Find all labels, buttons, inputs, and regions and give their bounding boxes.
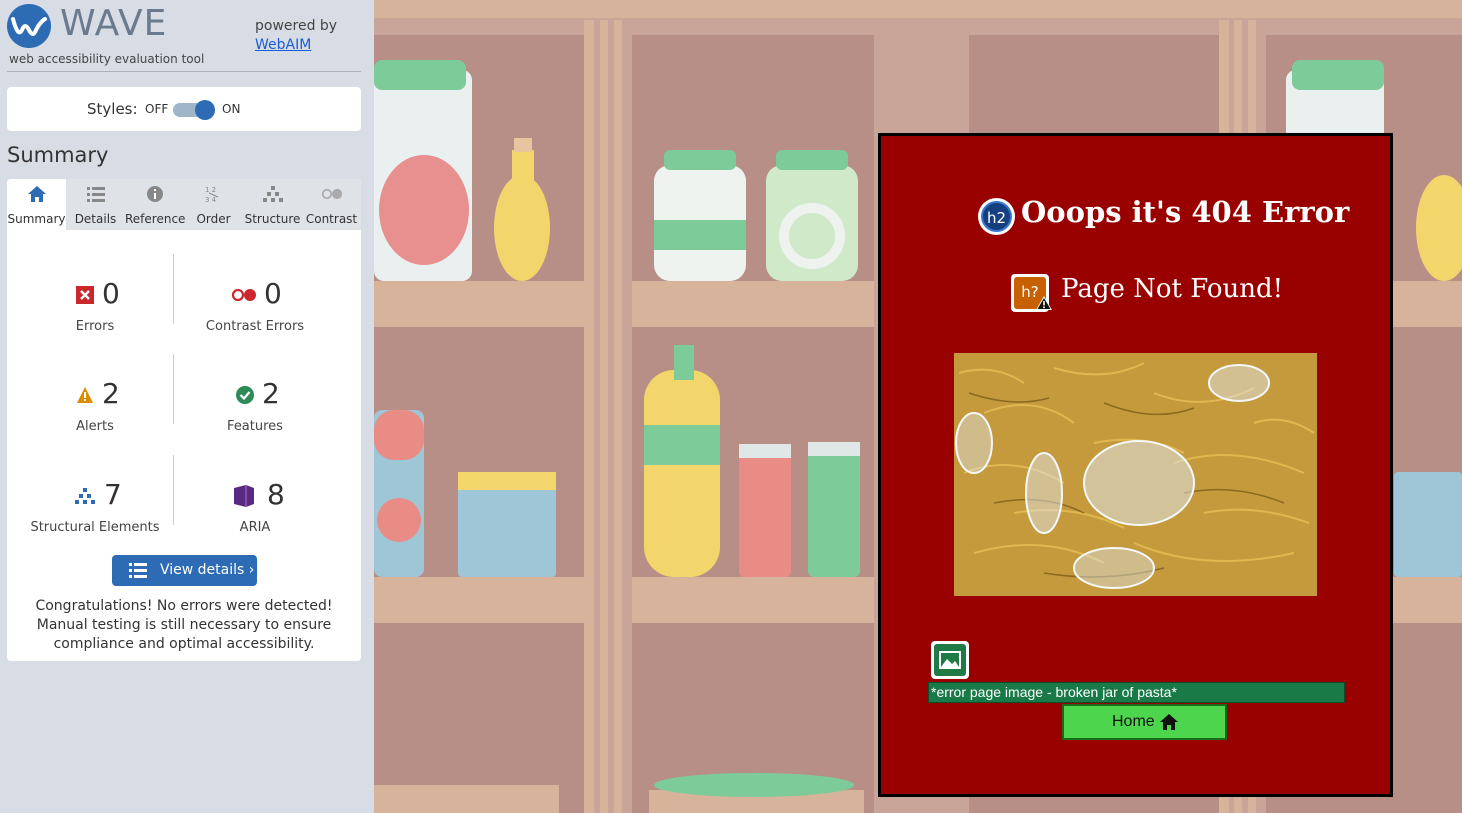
broken-pasta-jar-image [954,353,1317,596]
error-card: h2 Ooops it's 404 Error h? Page Not Foun… [878,133,1393,797]
feature-check-icon [236,386,254,404]
wave-sidebar: WAVE web accessibility evaluation tool p… [0,0,374,813]
toggle-knob [195,100,215,120]
stat-divider [173,354,174,424]
summary-panel: Summary Details Reference 1 2 3 4 Order … [7,179,361,661]
contrast-errors-label: Contrast Errors [205,319,305,334]
tab-label: Summary [7,212,66,226]
features-label: Features [227,419,283,434]
tab-label: Structure [244,212,301,226]
image-alt-badge-icon[interactable] [931,641,969,679]
contrast-errors-count: 0 [264,277,282,310]
tab-details[interactable]: Details [66,179,125,230]
stat-divider [173,254,174,324]
stat-aria[interactable]: 8 ARIA [175,460,335,535]
tab-label: Contrast [305,212,358,226]
stat-contrast-errors[interactable]: 0 Contrast Errors [175,259,335,334]
list-icon [129,563,147,578]
error-icon [76,286,94,304]
error-title: Ooops it's 404 Error [1021,195,1350,229]
heading-row: h2 Ooops it's 404 Error [881,195,1390,238]
alerts-label: Alerts [76,419,114,434]
image-icon [934,644,966,676]
aria-icon [234,485,254,507]
error-subtitle: Page Not Found! [1061,274,1284,304]
tab-bar: Summary Details Reference 1 2 3 4 Order … [7,179,361,230]
alerts-count: 2 [102,377,120,410]
home-icon [27,186,46,202]
wave-logo-icon [7,4,51,48]
stat-divider [173,455,174,525]
structural-count: 7 [104,478,122,511]
contrast-error-icon [231,288,256,302]
styles-toggle-box: Styles: OFF ON [7,87,361,131]
home-button-label: Home [1112,713,1155,730]
wave-header: WAVE web accessibility evaluation tool p… [0,0,374,72]
errors-label: Errors [75,319,115,334]
structural-label: Structural Elements [30,520,160,535]
stat-features[interactable]: 2 Features [175,359,335,434]
tab-label: Order [196,212,231,226]
styles-toggle-switch[interactable] [173,100,215,120]
svg-text:3 4: 3 4 [205,196,217,203]
view-details-label: View details › [160,562,255,578]
powered-by-text: powered by [255,18,338,34]
home-button[interactable]: Home [1062,704,1227,740]
tab-order[interactable]: 1 2 3 4 Order [184,179,243,230]
webaim-link[interactable]: WebAIM [255,37,311,53]
tab-label: Reference [125,212,186,226]
structure-icon [262,186,283,202]
aria-label: ARIA [239,520,271,535]
styles-off-label: OFF [145,102,169,116]
features-count: 2 [262,377,280,410]
tab-summary[interactable]: Summary [7,179,66,230]
contrast-icon [321,188,342,200]
errors-count: 0 [102,277,120,310]
tab-structure[interactable]: Structure [243,179,302,230]
styles-on-label: ON [222,102,241,116]
header-divider [7,71,361,72]
list-icon [86,187,105,202]
styles-label: Styles: [87,100,138,118]
svg-text:1 2: 1 2 [205,186,216,194]
info-icon [146,186,163,202]
view-details-button[interactable]: View details › [112,555,257,586]
wave-title: WAVE [60,3,168,44]
structure-icon [75,488,95,504]
wave-subtitle: web accessibility evaluation tool [9,52,205,66]
tab-label: Details [74,212,117,226]
stat-structural[interactable]: 7 Structural Elements [15,460,175,535]
warning-icon [1036,296,1052,310]
stat-alerts[interactable]: 2 Alerts [15,359,175,434]
tab-contrast[interactable]: Contrast [302,179,361,230]
h2-badge-label: h2 [981,201,1012,232]
stat-errors[interactable]: 0 Errors [15,259,175,334]
order-icon: 1 2 3 4 [205,186,218,203]
h2-badge-icon[interactable]: h2 [978,198,1015,235]
congrats-message: Congratulations! No errors were detected… [35,598,333,652]
tab-reference[interactable]: Reference [125,179,186,230]
subheading-row: h? Page Not Found! [881,274,1390,314]
alert-icon [77,387,93,403]
possible-heading-badge-icon[interactable]: h? [1011,274,1052,312]
home-icon [1160,714,1178,730]
summary-heading: Summary [7,143,109,167]
image-alt-text: *error page image - broken jar of pasta* [928,682,1345,703]
aria-count: 8 [267,478,285,511]
